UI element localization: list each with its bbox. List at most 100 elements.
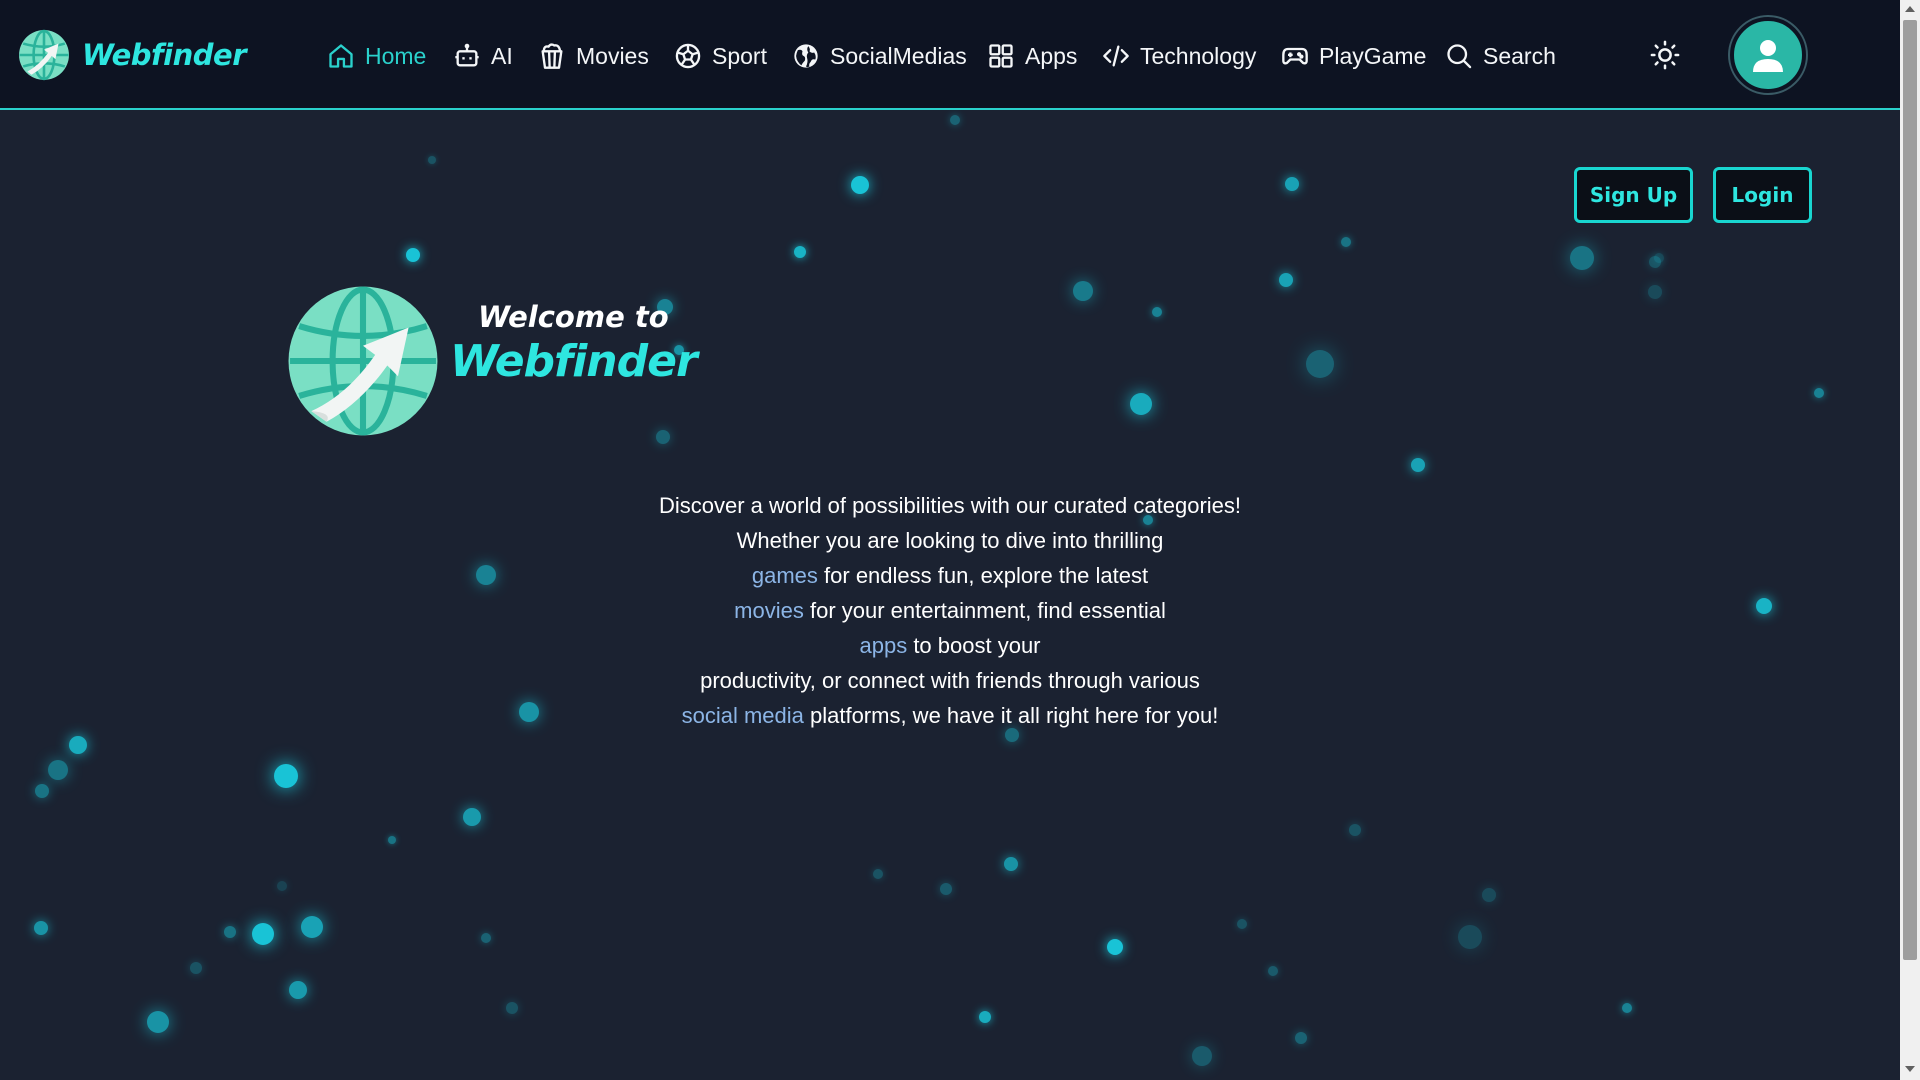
particle-dot [1814, 388, 1824, 398]
particle-dot [1295, 1032, 1307, 1044]
description-line: social media platforms, we have it all r… [560, 698, 1340, 733]
nav-socialmedias[interactable]: SocialMedias [792, 36, 967, 76]
description-text: to boost your [907, 633, 1041, 658]
particle-dot [1349, 824, 1361, 836]
sun-icon [1650, 40, 1680, 70]
scroll-up-arrow-icon[interactable] [1905, 6, 1915, 12]
particle-dot [656, 430, 670, 444]
search-icon [1445, 42, 1473, 70]
welcome-text: Welcome to [478, 300, 669, 334]
scroll-down-arrow-icon[interactable] [1905, 1066, 1915, 1072]
description-line: movies for your entertainment, find esse… [560, 593, 1340, 628]
particle-dot [48, 760, 68, 780]
globe-icon [792, 42, 820, 70]
particle-dot [1622, 1003, 1632, 1013]
nav-home-label: Home [365, 42, 427, 69]
particle-dot [1004, 857, 1018, 871]
particle-dot [940, 883, 952, 895]
apps-link[interactable]: apps [859, 633, 907, 658]
particle-dot [1306, 350, 1334, 378]
description-text: platforms, we have it all right here for… [803, 703, 1219, 728]
particle-dot [1268, 966, 1278, 976]
popcorn-icon [538, 42, 566, 70]
particle-dot [274, 764, 298, 788]
social-media-link[interactable]: social media [682, 703, 804, 728]
particle-dot [1458, 925, 1482, 949]
particle-dot [1341, 237, 1351, 247]
particle-dot [252, 923, 274, 945]
description-line: productivity, or connect with friends th… [560, 663, 1340, 698]
login-button[interactable]: Login [1713, 167, 1812, 223]
particle-dot [35, 784, 49, 798]
movies-link[interactable]: movies [734, 598, 804, 623]
sign-up-button[interactable]: Sign Up [1574, 167, 1693, 223]
games-link[interactable]: games [752, 563, 818, 588]
particle-dot [979, 1011, 991, 1023]
navbar: Webfinder Home AI Movies Sport SocialMed… [0, 0, 1900, 110]
particle-dot [476, 565, 496, 585]
gamepad-icon [1281, 42, 1309, 70]
particle-dot [1570, 246, 1594, 270]
nav-sport[interactable]: Sport [674, 36, 767, 76]
description-text: Discover a world of possibilities with o… [658, 493, 1242, 518]
user-icon [1753, 40, 1783, 72]
particle-dot [1285, 177, 1299, 191]
home-icon [327, 42, 355, 70]
particle-dot [1756, 598, 1772, 614]
nav-ai[interactable]: AI [453, 36, 513, 76]
particle-dot [147, 1011, 169, 1033]
nav-movies[interactable]: Movies [538, 36, 649, 76]
description-line: games for endless fun, explore the lates… [560, 558, 1340, 593]
particle-dot [1073, 281, 1093, 301]
nav-home[interactable]: Home [327, 36, 426, 76]
page-scrollbar[interactable] [1900, 0, 1920, 1080]
theme-toggle-button[interactable] [1650, 40, 1680, 70]
particle-dot [1648, 285, 1662, 299]
particle-dot [1192, 1046, 1212, 1066]
scrollbar-thumb[interactable] [1903, 20, 1917, 960]
particle-dot [519, 702, 539, 722]
brand-name: Webfinder [82, 38, 247, 72]
hero-title: Webfinder [450, 336, 698, 387]
nav-search-label: Search [1483, 42, 1556, 69]
particle-dot [1654, 253, 1664, 263]
description-text: for endless fun, explore the latest [817, 563, 1149, 588]
particle-dot [1107, 939, 1123, 955]
particle-dot [1152, 307, 1162, 317]
nav-technology[interactable]: Technology [1102, 36, 1256, 76]
globe-arrow-logo-icon [19, 29, 69, 81]
particle-dot [224, 926, 236, 938]
nav-movies-label: Movies [576, 42, 649, 69]
grid-icon [987, 42, 1015, 70]
particle-dot [794, 246, 806, 258]
particle-dot [1279, 273, 1293, 287]
particle-dot [851, 176, 869, 194]
particle-dot [463, 808, 481, 826]
description-line: Whether you are looking to dive into thr… [560, 523, 1340, 558]
robot-icon [453, 42, 481, 70]
description-text: for your entertainment, find essential [803, 598, 1166, 623]
nav-technology-label: Technology [1140, 42, 1257, 69]
particle-dot [406, 248, 420, 262]
code-icon [1102, 42, 1130, 70]
nav-socialmedias-label: SocialMedias [830, 42, 967, 69]
nav-search[interactable]: Search [1445, 36, 1556, 76]
nav-apps-label: Apps [1025, 42, 1078, 69]
nav-playgame[interactable]: PlayGame [1281, 36, 1426, 76]
particle-dot [34, 921, 48, 935]
particle-dot [1130, 393, 1152, 415]
particle-dot [289, 981, 307, 999]
nav-apps[interactable]: Apps [987, 36, 1077, 76]
brand-home-link[interactable]: Webfinder [18, 28, 247, 82]
description-line: Discover a world of possibilities with o… [560, 488, 1340, 523]
particle-dot [388, 836, 396, 844]
nav-sport-label: Sport [712, 42, 767, 69]
description-text: productivity, or connect with friends th… [700, 668, 1200, 693]
particle-dot [301, 916, 323, 938]
user-avatar-button[interactable] [1730, 17, 1806, 93]
soccer-ball-icon [674, 42, 702, 70]
particle-dot [950, 115, 960, 125]
particle-dot [428, 156, 436, 164]
particle-dot [190, 962, 202, 974]
particle-dot [873, 869, 883, 879]
